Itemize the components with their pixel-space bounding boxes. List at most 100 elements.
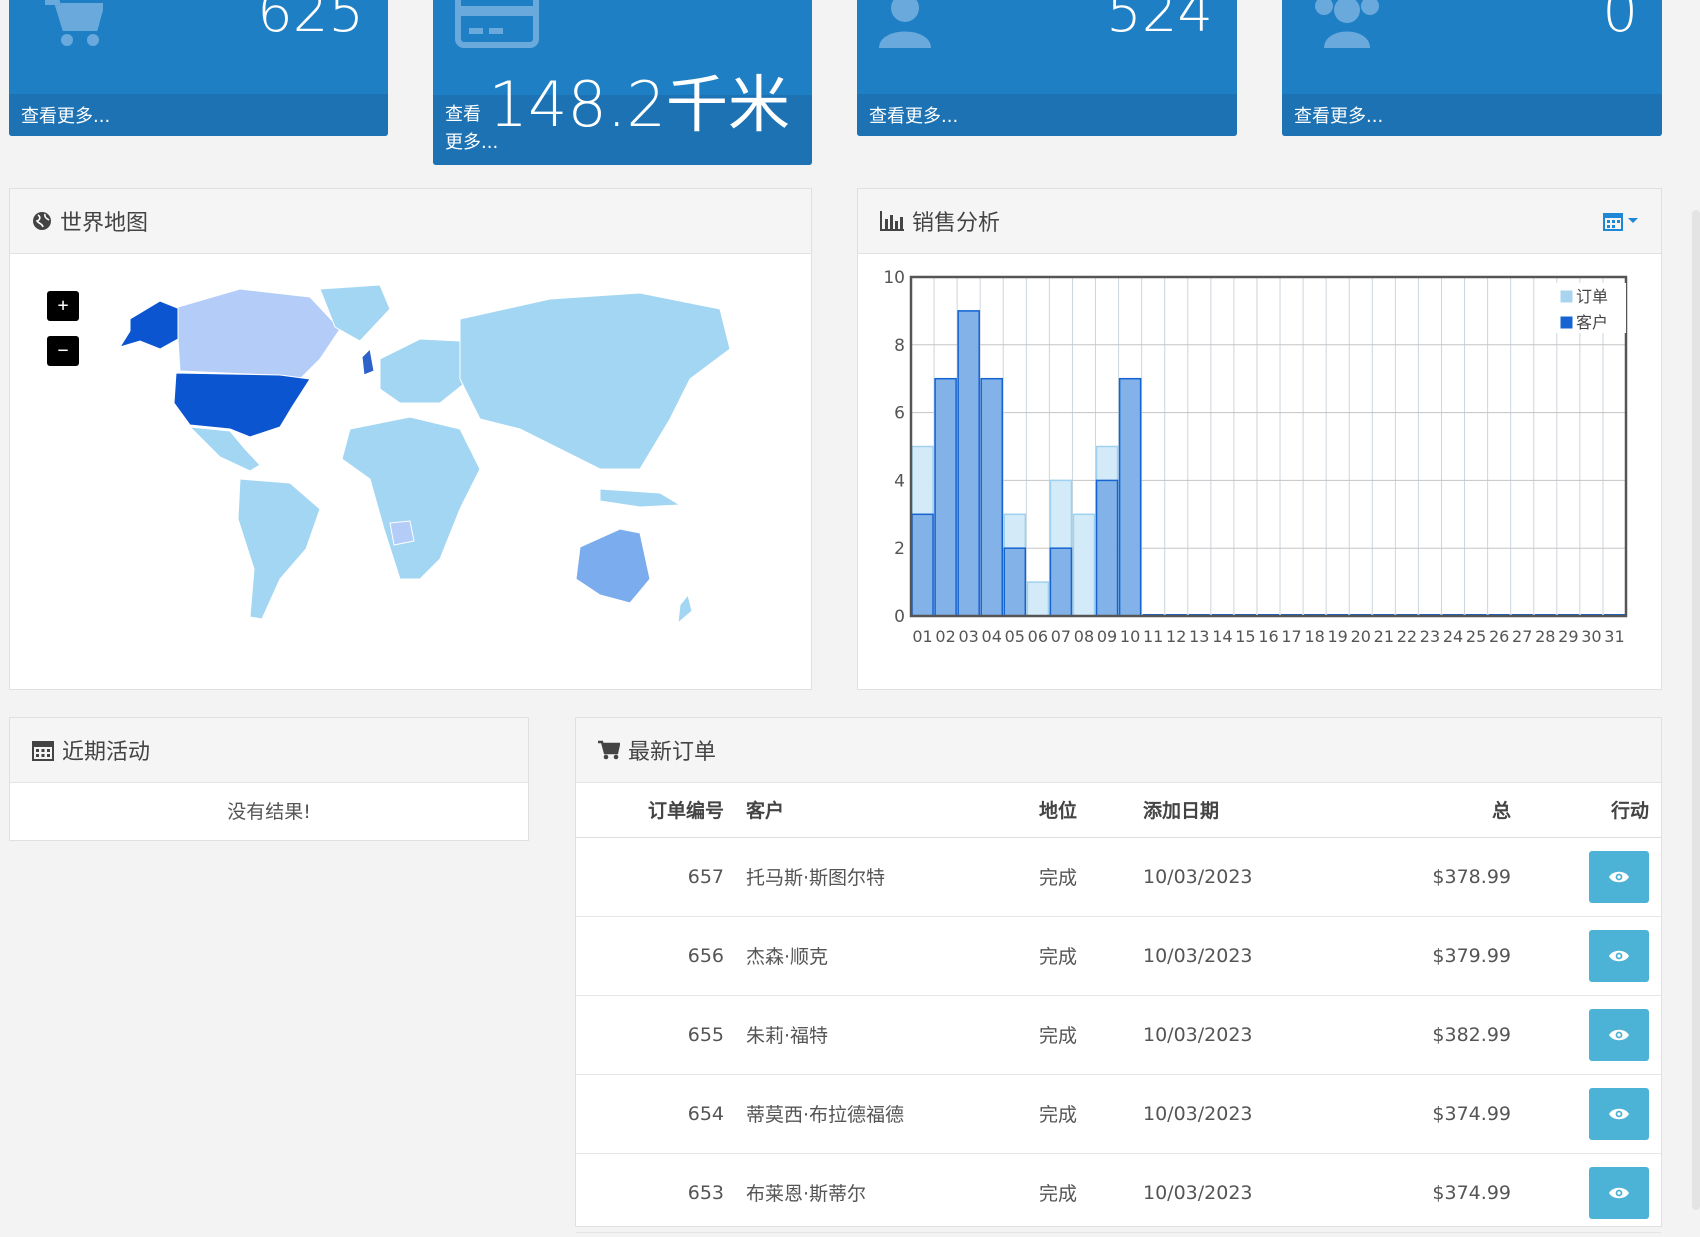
- x-tick-label: 24: [1443, 627, 1463, 646]
- view-order-button[interactable]: [1589, 929, 1649, 982]
- column-header-id: 订单编号: [576, 783, 734, 838]
- stat-value: 524: [1106, 0, 1213, 45]
- order-total: $379.99: [1351, 916, 1521, 996]
- order-id: 656: [576, 916, 734, 996]
- order-status: 完成: [1039, 1074, 1143, 1154]
- x-tick-label: 07: [1051, 627, 1071, 646]
- x-tick-label: 02: [935, 627, 955, 646]
- table-row: 656 杰森·顺克 完成 10/03/2023 $379.99: [576, 916, 1661, 996]
- calendar-icon: [32, 739, 54, 761]
- y-tick-label: 0: [894, 607, 905, 627]
- order-total: $374.99: [1351, 1074, 1521, 1154]
- view-more-link[interactable]: 查看更多...: [1282, 94, 1662, 136]
- x-tick-label: 21: [1374, 627, 1394, 646]
- column-header-action: 行动: [1521, 783, 1661, 838]
- world-map[interactable]: [80, 279, 770, 649]
- x-tick-label: 20: [1351, 627, 1371, 646]
- calendar-dropdown-button[interactable]: [1603, 211, 1639, 231]
- sales-chart[interactable]: 024681001 02 03 04 05 06 07 08 09 10 11 12 13 14 15 16 1…: [858, 255, 1661, 685]
- legend-label-orders: 订单: [1576, 287, 1608, 306]
- cart-icon: [45, 0, 105, 52]
- bar-customers: [957, 310, 980, 617]
- x-tick-label: 17: [1281, 627, 1301, 646]
- x-tick-label: 14: [1212, 627, 1232, 646]
- bar-customers: [1049, 547, 1073, 617]
- x-tick-label: 18: [1304, 627, 1324, 646]
- eye-icon: [1609, 950, 1629, 961]
- order-id: 654: [576, 1074, 734, 1154]
- cart-icon: [598, 740, 620, 760]
- view-order-button[interactable]: [1589, 850, 1649, 903]
- table-header-row: 订单编号 客户 地位 添加日期 总 行动: [576, 783, 1661, 838]
- stat-tile-customers: 524 查看更多...: [857, 0, 1237, 136]
- stat-tile-orders: 625 查看更多...: [9, 0, 388, 136]
- x-tick-label: 01: [912, 627, 932, 646]
- users-icon: [1312, 0, 1382, 52]
- map-region-uk: [361, 347, 375, 376]
- x-tick-label: 08: [1074, 627, 1094, 646]
- bar-customers: [911, 513, 934, 617]
- order-action-cell: [1521, 1153, 1661, 1233]
- order-customer: 蒂莫西·布拉德福德: [734, 1074, 1039, 1154]
- x-tick-label: 09: [1097, 627, 1117, 646]
- eye-icon: [1609, 1108, 1629, 1119]
- order-date: 10/03/2023: [1143, 1153, 1352, 1233]
- view-more-link[interactable]: 查看更多...: [857, 94, 1237, 136]
- stat-tile-online: 0 查看更多...: [1282, 0, 1662, 136]
- map-region-angola: [389, 520, 415, 546]
- order-id: 655: [576, 995, 734, 1075]
- map-region-australia: [575, 528, 651, 604]
- bar-customers: [1118, 377, 1142, 617]
- bar-chart-icon: [880, 211, 904, 231]
- order-date: 10/03/2023: [1143, 995, 1352, 1075]
- zoom-in-button[interactable]: +: [47, 291, 79, 321]
- legend-label-customers: 客户: [1576, 313, 1608, 332]
- page-scrollbar[interactable]: [1692, 210, 1700, 1210]
- order-date: 10/03/2023: [1143, 1074, 1352, 1154]
- latest-orders-panel: 最新订单 订单编号 客户 地位 添加日期 总 行动 657 托马斯·斯图尔特 完成 1…: [575, 717, 1662, 1233]
- sales-analysis-panel: 销售分析 0 2 4 6 8 10 01 02 03 04 05 06 07 08 09 10 11 12 13 14…: [857, 188, 1662, 690]
- bar-customers: [980, 377, 1004, 617]
- stat-tile-sales: 148.2千米 查看 更多...: [433, 0, 812, 165]
- panel-title: 销售分析: [912, 211, 1001, 236]
- y-tick-label: 8: [894, 336, 905, 356]
- column-header-status: 地位: [1039, 783, 1143, 838]
- view-order-button[interactable]: [1589, 1008, 1649, 1061]
- view-more-link[interactable]: 查看更多...: [9, 94, 388, 136]
- y-tick-label: 2: [894, 539, 905, 559]
- x-tick-label: 10: [1120, 627, 1140, 646]
- map-region-canada: [177, 288, 341, 380]
- zoom-out-button[interactable]: −: [47, 336, 79, 366]
- panel-title: 世界地图: [60, 211, 149, 236]
- bar-customers: [1095, 479, 1119, 617]
- order-id: 653: [576, 1153, 734, 1233]
- bar-orders: [1072, 513, 1096, 617]
- map-region-asia: [459, 292, 731, 470]
- order-action-cell: [1521, 916, 1661, 996]
- order-action-cell: [1521, 1074, 1661, 1154]
- globe-icon: [32, 211, 52, 231]
- order-date: 10/03/2023: [1143, 837, 1352, 917]
- map-region-africa: [341, 416, 481, 580]
- orders-table: 订单编号 客户 地位 添加日期 总 行动 657 托马斯·斯图尔特 完成 10/03/…: [576, 783, 1661, 1233]
- stat-value: 148.2千米: [488, 68, 791, 141]
- view-order-button[interactable]: [1589, 1166, 1649, 1219]
- x-tick-label: 27: [1512, 627, 1532, 646]
- view-more-link[interactable]: 查看 更多...: [433, 95, 513, 165]
- y-tick-label: 10: [883, 268, 905, 288]
- order-customer: 杰森·顺克: [734, 916, 1039, 996]
- view-order-button[interactable]: [1589, 1087, 1649, 1140]
- bar-orders: [1026, 581, 1050, 617]
- stat-value: 625: [257, 0, 364, 45]
- map-region-alaska: [118, 300, 181, 350]
- x-tick-label: 06: [1028, 627, 1048, 646]
- column-header-total: 总: [1351, 783, 1521, 838]
- x-tick-label: 11: [1143, 627, 1163, 646]
- x-tick-label: 25: [1466, 627, 1486, 646]
- x-tick-label: 30: [1581, 627, 1601, 646]
- eye-icon: [1609, 1029, 1629, 1040]
- order-status: 完成: [1039, 837, 1143, 917]
- order-status: 完成: [1039, 916, 1143, 996]
- calendar-icon: [1603, 213, 1623, 231]
- x-tick-label: 31: [1604, 627, 1624, 646]
